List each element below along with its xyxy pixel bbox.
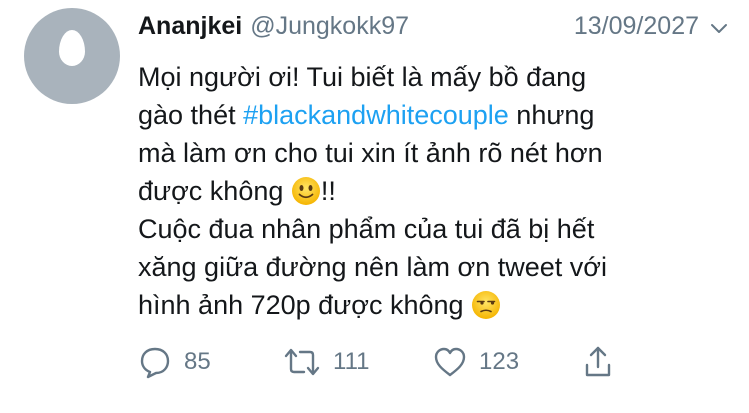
share-button[interactable] [583,345,613,379]
retweet-button[interactable]: 111 [283,345,433,379]
tweet-header: Ananjkei @Jungkokk97 13/09/2027 [138,8,729,44]
tweet-text-segment: gào thét [138,100,244,130]
author-name[interactable]: Ananjkei [138,12,242,41]
tweet-text-segment: nhưng [508,100,595,130]
like-button[interactable]: 123 [433,346,583,378]
slightly-smiling-face-icon [291,176,321,206]
share-icon [585,346,611,377]
like-count: 123 [479,348,520,375]
hashtag-link[interactable]: #blackandwhitecouple [243,100,509,130]
tweet-date[interactable]: 13/09/2027 [574,12,699,41]
reply-button[interactable]: 85 [138,345,283,379]
tweet-text-segment: hình ảnh 720p được không [138,290,472,320]
tweet-actions: 85 111 123 [138,344,613,380]
tweet-line: mà làm ơn cho tui xin ít ảnh rõ nét hơn [138,138,603,168]
tweet-line: Mọi người ơi! Tui biết là mấy bồ đang [138,62,587,92]
author-handle[interactable]: @Jungkokk97 [250,12,409,41]
tweet-line: Cuộc đua nhân phẩm của tui đã bị hết [138,214,595,244]
tweet-line: hình ảnh 720p được không [138,286,738,324]
tweet-text-segment: được không [138,176,291,206]
tweet-line: được không !! [138,172,738,210]
retweet-icon [284,348,320,376]
tweet-line: gào thét #blackandwhitecouple nhưng [138,96,738,134]
retweet-count: 111 [333,348,370,375]
unamused-face-icon [471,290,501,320]
reply-icon [140,347,170,379]
default-egg-avatar-icon [59,30,85,66]
heart-icon [434,347,466,377]
tweet-text: Mọi người ơi! Tui biết là mấy bồ đang gà… [138,58,738,324]
tweet-text-segment: !! [320,176,336,206]
avatar[interactable] [24,8,120,104]
chevron-down-icon[interactable] [709,16,729,36]
reply-count: 85 [184,348,211,375]
tweet-line: xăng giữa đường nên làm ơn tweet với [138,252,608,282]
